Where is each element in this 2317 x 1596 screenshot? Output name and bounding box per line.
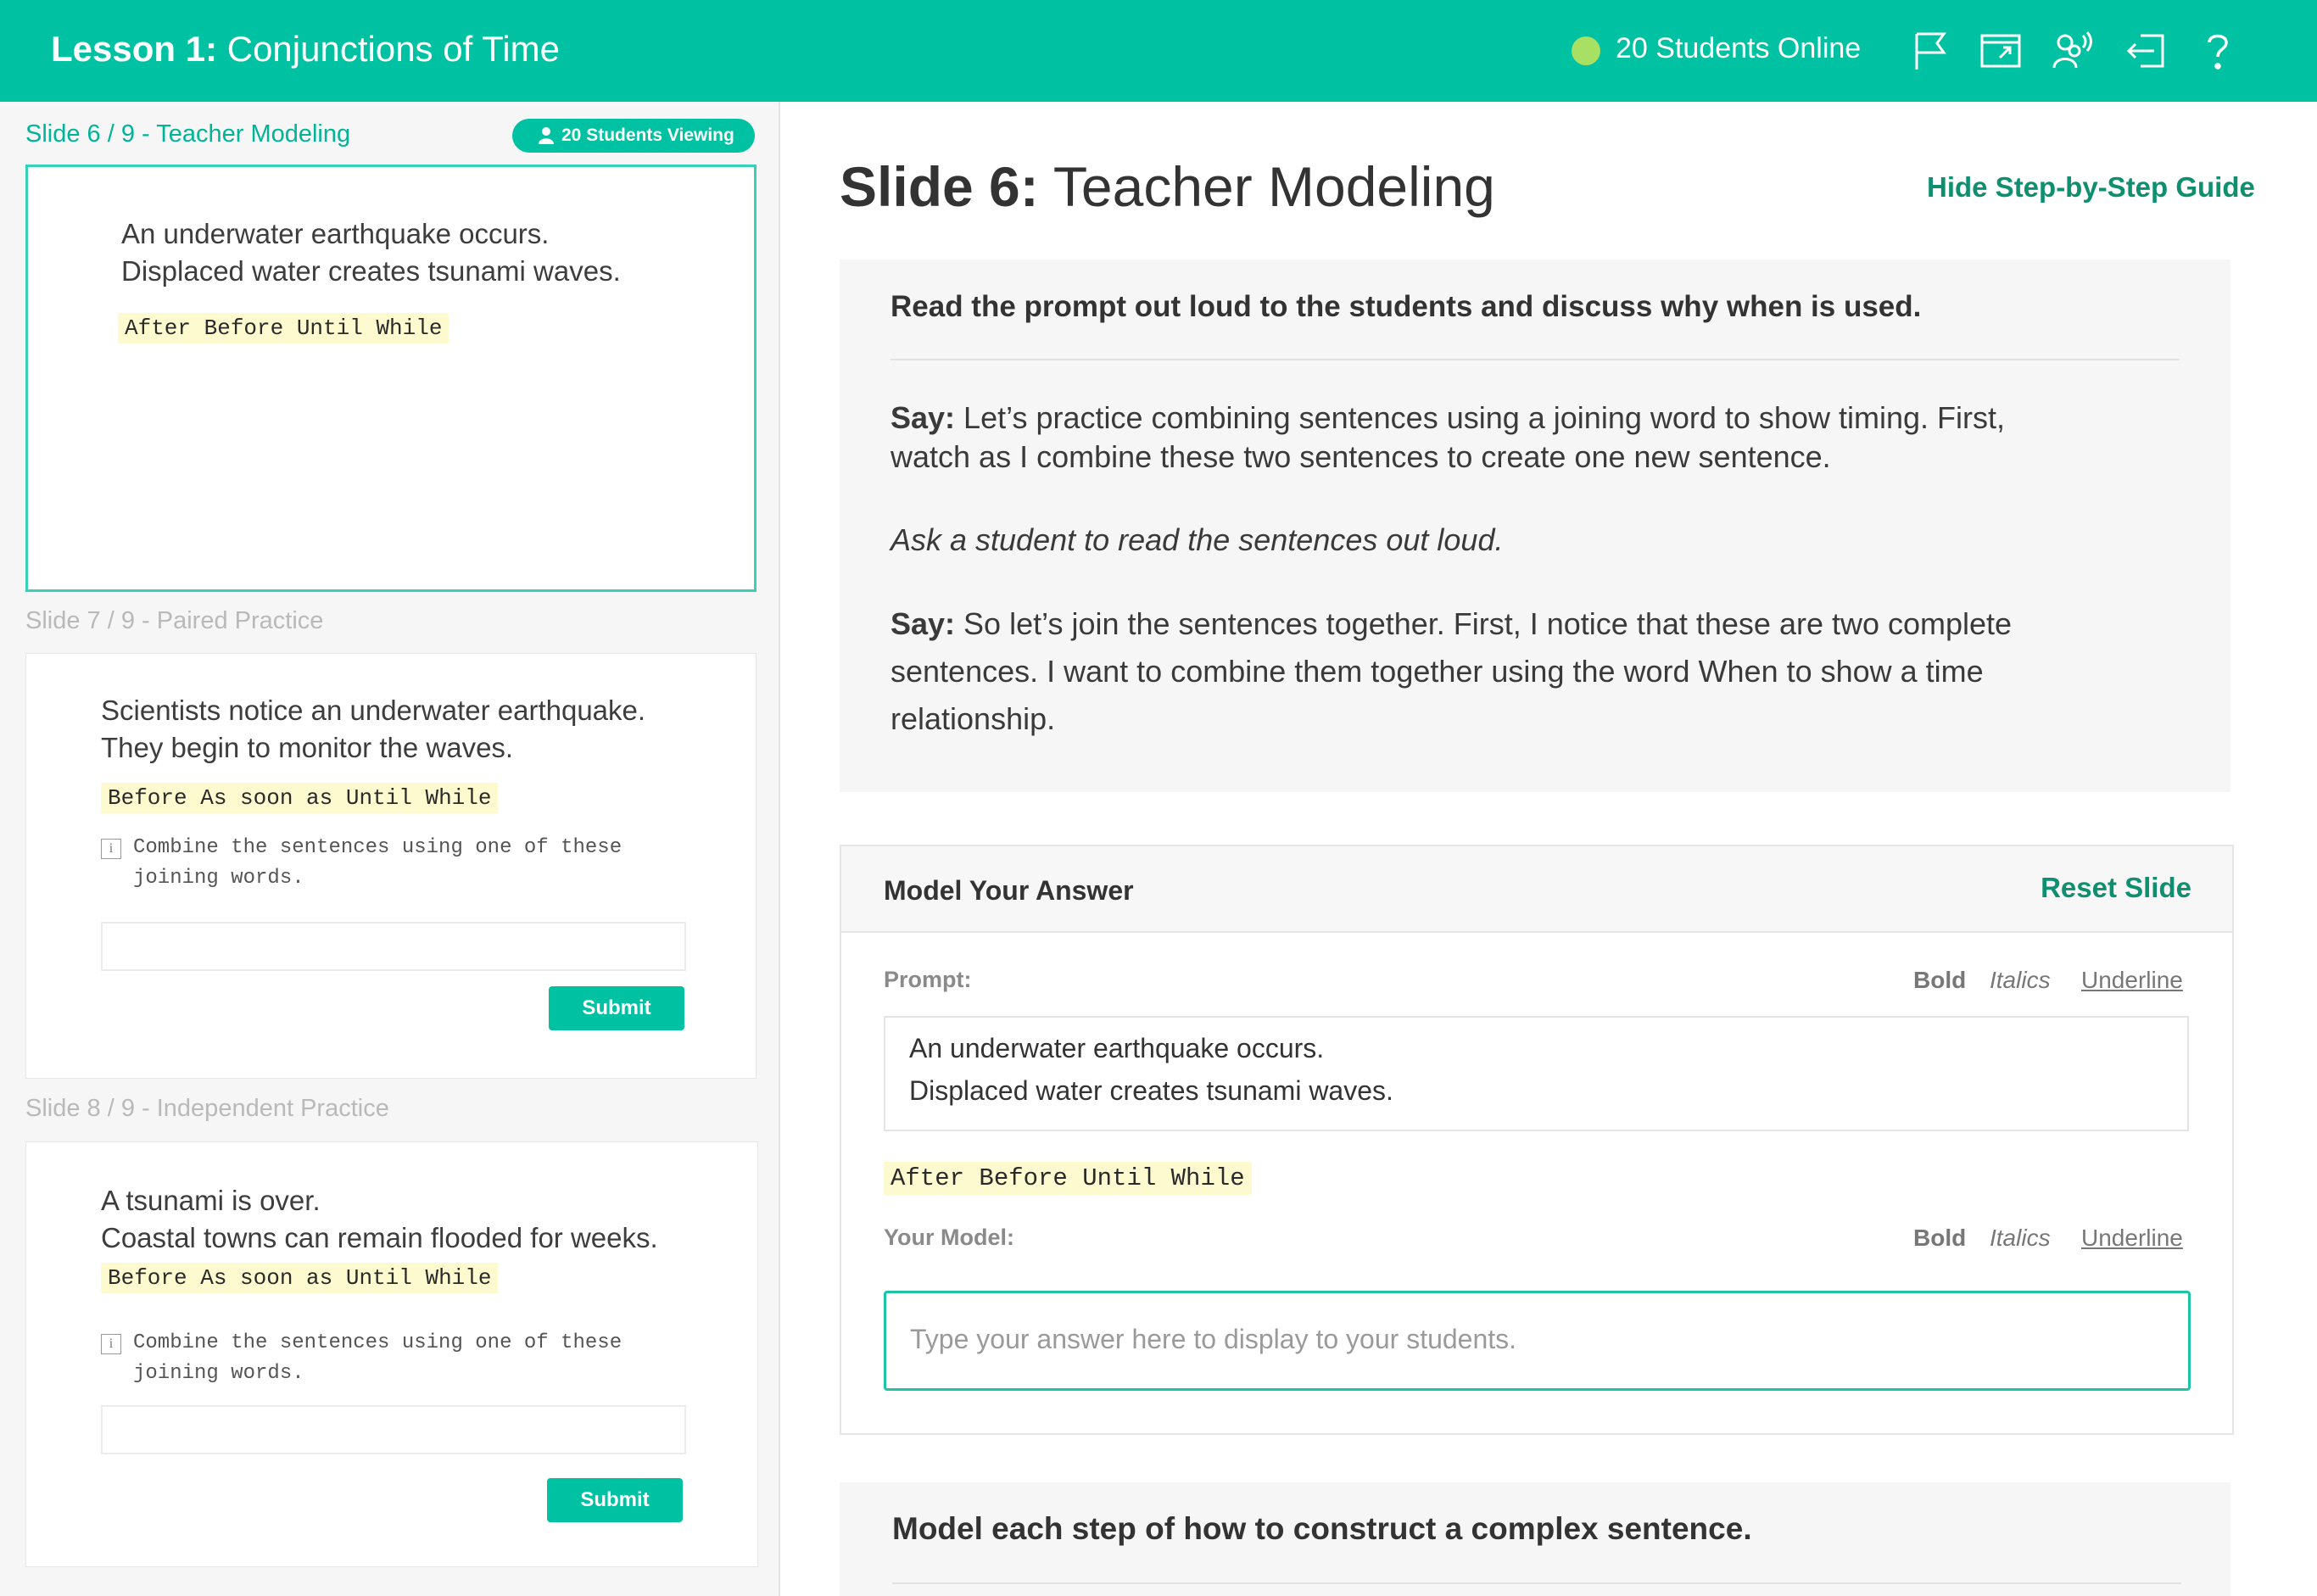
slide-8-line-1: A tsunami is over. bbox=[101, 1185, 321, 1216]
slide-7-line-2: They begin to monitor the waves. bbox=[101, 732, 514, 763]
prompt-label: Prompt: bbox=[884, 967, 972, 992]
slide-card-7[interactable]: Scientists notice an underwater earthqua… bbox=[25, 653, 757, 1079]
instruction-text: Ask a student to read the sentences out … bbox=[891, 522, 1504, 557]
slide-card-8[interactable]: A tsunami is over. Coastal towns can rem… bbox=[25, 1141, 758, 1567]
slide-number: Slide 6: bbox=[840, 155, 1039, 218]
italics-button[interactable]: Italics bbox=[1990, 967, 2051, 994]
students-viewing-badge: 20 Students Viewing bbox=[512, 119, 755, 153]
slide-card-6[interactable]: An underwater earthquake occurs. Displac… bbox=[25, 165, 757, 592]
slide-8-hint: Combine the sentences using one of these… bbox=[133, 1331, 623, 1385]
person-icon bbox=[539, 127, 554, 144]
guide-say-1: Say: Let’s practice combining sentences … bbox=[891, 399, 2061, 477]
exit-icon[interactable] bbox=[2124, 29, 2166, 73]
model-answer-header: Model Your Answer Reset Slide bbox=[841, 846, 2232, 933]
students-audio-icon[interactable] bbox=[2051, 29, 2093, 73]
say-2-text: So let’s join the sentences together. Fi… bbox=[891, 606, 2013, 736]
lesson-name: Conjunctions of Time bbox=[226, 29, 560, 69]
slide-8-joining-words: Before As soon as Until While bbox=[101, 1263, 499, 1293]
divider bbox=[891, 359, 2180, 360]
underline-button[interactable]: Underline bbox=[2081, 1225, 2183, 1252]
lesson-title: Lesson 1: Conjunctions of Time bbox=[51, 29, 560, 70]
construct-steps-panel: Model each step of how to construct a co… bbox=[840, 1482, 2230, 1596]
lesson-label: Lesson 1: bbox=[51, 29, 218, 69]
students-online-text: 20 Students Online bbox=[1616, 32, 1862, 64]
model-answer-panel: Model Your Answer Reset Slide Prompt: Bo… bbox=[840, 845, 2234, 1435]
slide-label-8[interactable]: Slide 8 / 9 - Independent Practice bbox=[25, 1095, 389, 1123]
prompt-line-1: An underwater earthquake occurs. bbox=[909, 1033, 1325, 1063]
online-status-dot bbox=[1572, 36, 1600, 65]
prompt-box: An underwater earthquake occurs. Displac… bbox=[884, 1016, 2189, 1131]
step-guide-panel: Read the prompt out loud to the students… bbox=[840, 259, 2230, 792]
flag-icon[interactable] bbox=[1910, 29, 1952, 73]
guide-say-2: Say: So let’s join the sentences togethe… bbox=[891, 600, 2061, 743]
reset-slide-link[interactable]: Reset Slide bbox=[2041, 872, 2191, 904]
info-icon: i bbox=[101, 839, 121, 859]
guide-heading: Read the prompt out loud to the students… bbox=[891, 290, 1922, 323]
slide-label-6[interactable]: Slide 6 / 9 - Teacher Modeling bbox=[25, 120, 350, 148]
slide-8-line-2: Coastal towns can remain flooded for wee… bbox=[101, 1222, 658, 1253]
model-answer-placeholder: Type your answer here to display to your… bbox=[910, 1324, 1517, 1354]
slide-7-answer-input[interactable] bbox=[101, 922, 686, 971]
slide-8-answer-input[interactable] bbox=[101, 1405, 686, 1454]
prompt-joining-words: After Before Until While bbox=[884, 1162, 1252, 1195]
slide-title: Slide 6: Teacher Modeling bbox=[840, 154, 1495, 219]
slide-6-line-1: An underwater earthquake occurs. bbox=[121, 218, 550, 249]
italics-button[interactable]: Italics bbox=[1990, 1225, 2051, 1252]
bold-button[interactable]: Bold bbox=[1913, 1225, 1966, 1252]
your-model-label: Your Model: bbox=[884, 1225, 1014, 1250]
hide-guide-link[interactable]: Hide Step-by-Step Guide bbox=[1927, 171, 2255, 204]
present-icon[interactable] bbox=[1979, 29, 2022, 73]
slide-name: Teacher Modeling bbox=[1052, 155, 1495, 218]
help-icon[interactable] bbox=[2197, 29, 2239, 73]
steps-heading: Model each step of how to construct a co… bbox=[892, 1511, 1752, 1546]
say-label: Say: bbox=[891, 400, 956, 435]
say-1-text: Let’s practice combining sentences using… bbox=[891, 400, 2005, 474]
slide-6-joining-words: After Before Until While bbox=[118, 313, 449, 343]
top-bar: Lesson 1: Conjunctions of Time 20 Studen… bbox=[0, 0, 2317, 102]
bold-button[interactable]: Bold bbox=[1913, 967, 1966, 994]
underline-button[interactable]: Underline bbox=[2081, 967, 2183, 994]
info-icon: i bbox=[101, 1334, 121, 1354]
slide-label-7[interactable]: Slide 7 / 9 - Paired Practice bbox=[25, 607, 323, 635]
slide-7-hint: Combine the sentences using one of these… bbox=[133, 836, 623, 890]
students-viewing-text: 20 Students Viewing bbox=[561, 126, 734, 145]
slide-7-submit-button[interactable]: Submit bbox=[549, 986, 684, 1030]
prompt-line-2: Displaced water creates tsunami waves. bbox=[909, 1075, 1393, 1106]
slide-6-line-2: Displaced water creates tsunami waves. bbox=[121, 255, 621, 287]
divider bbox=[892, 1582, 2181, 1584]
slide-7-line-1: Scientists notice an underwater earthqua… bbox=[101, 695, 646, 726]
slide-8-submit-button[interactable]: Submit bbox=[547, 1478, 683, 1522]
guide-instruction: Ask a student to read the sentences out … bbox=[891, 522, 2061, 558]
say-label: Say: bbox=[891, 606, 956, 641]
model-answer-title: Model Your Answer bbox=[884, 875, 1134, 906]
model-answer-input[interactable]: Type your answer here to display to your… bbox=[884, 1291, 2191, 1391]
slide-7-joining-words: Before As soon as Until While bbox=[101, 783, 499, 813]
